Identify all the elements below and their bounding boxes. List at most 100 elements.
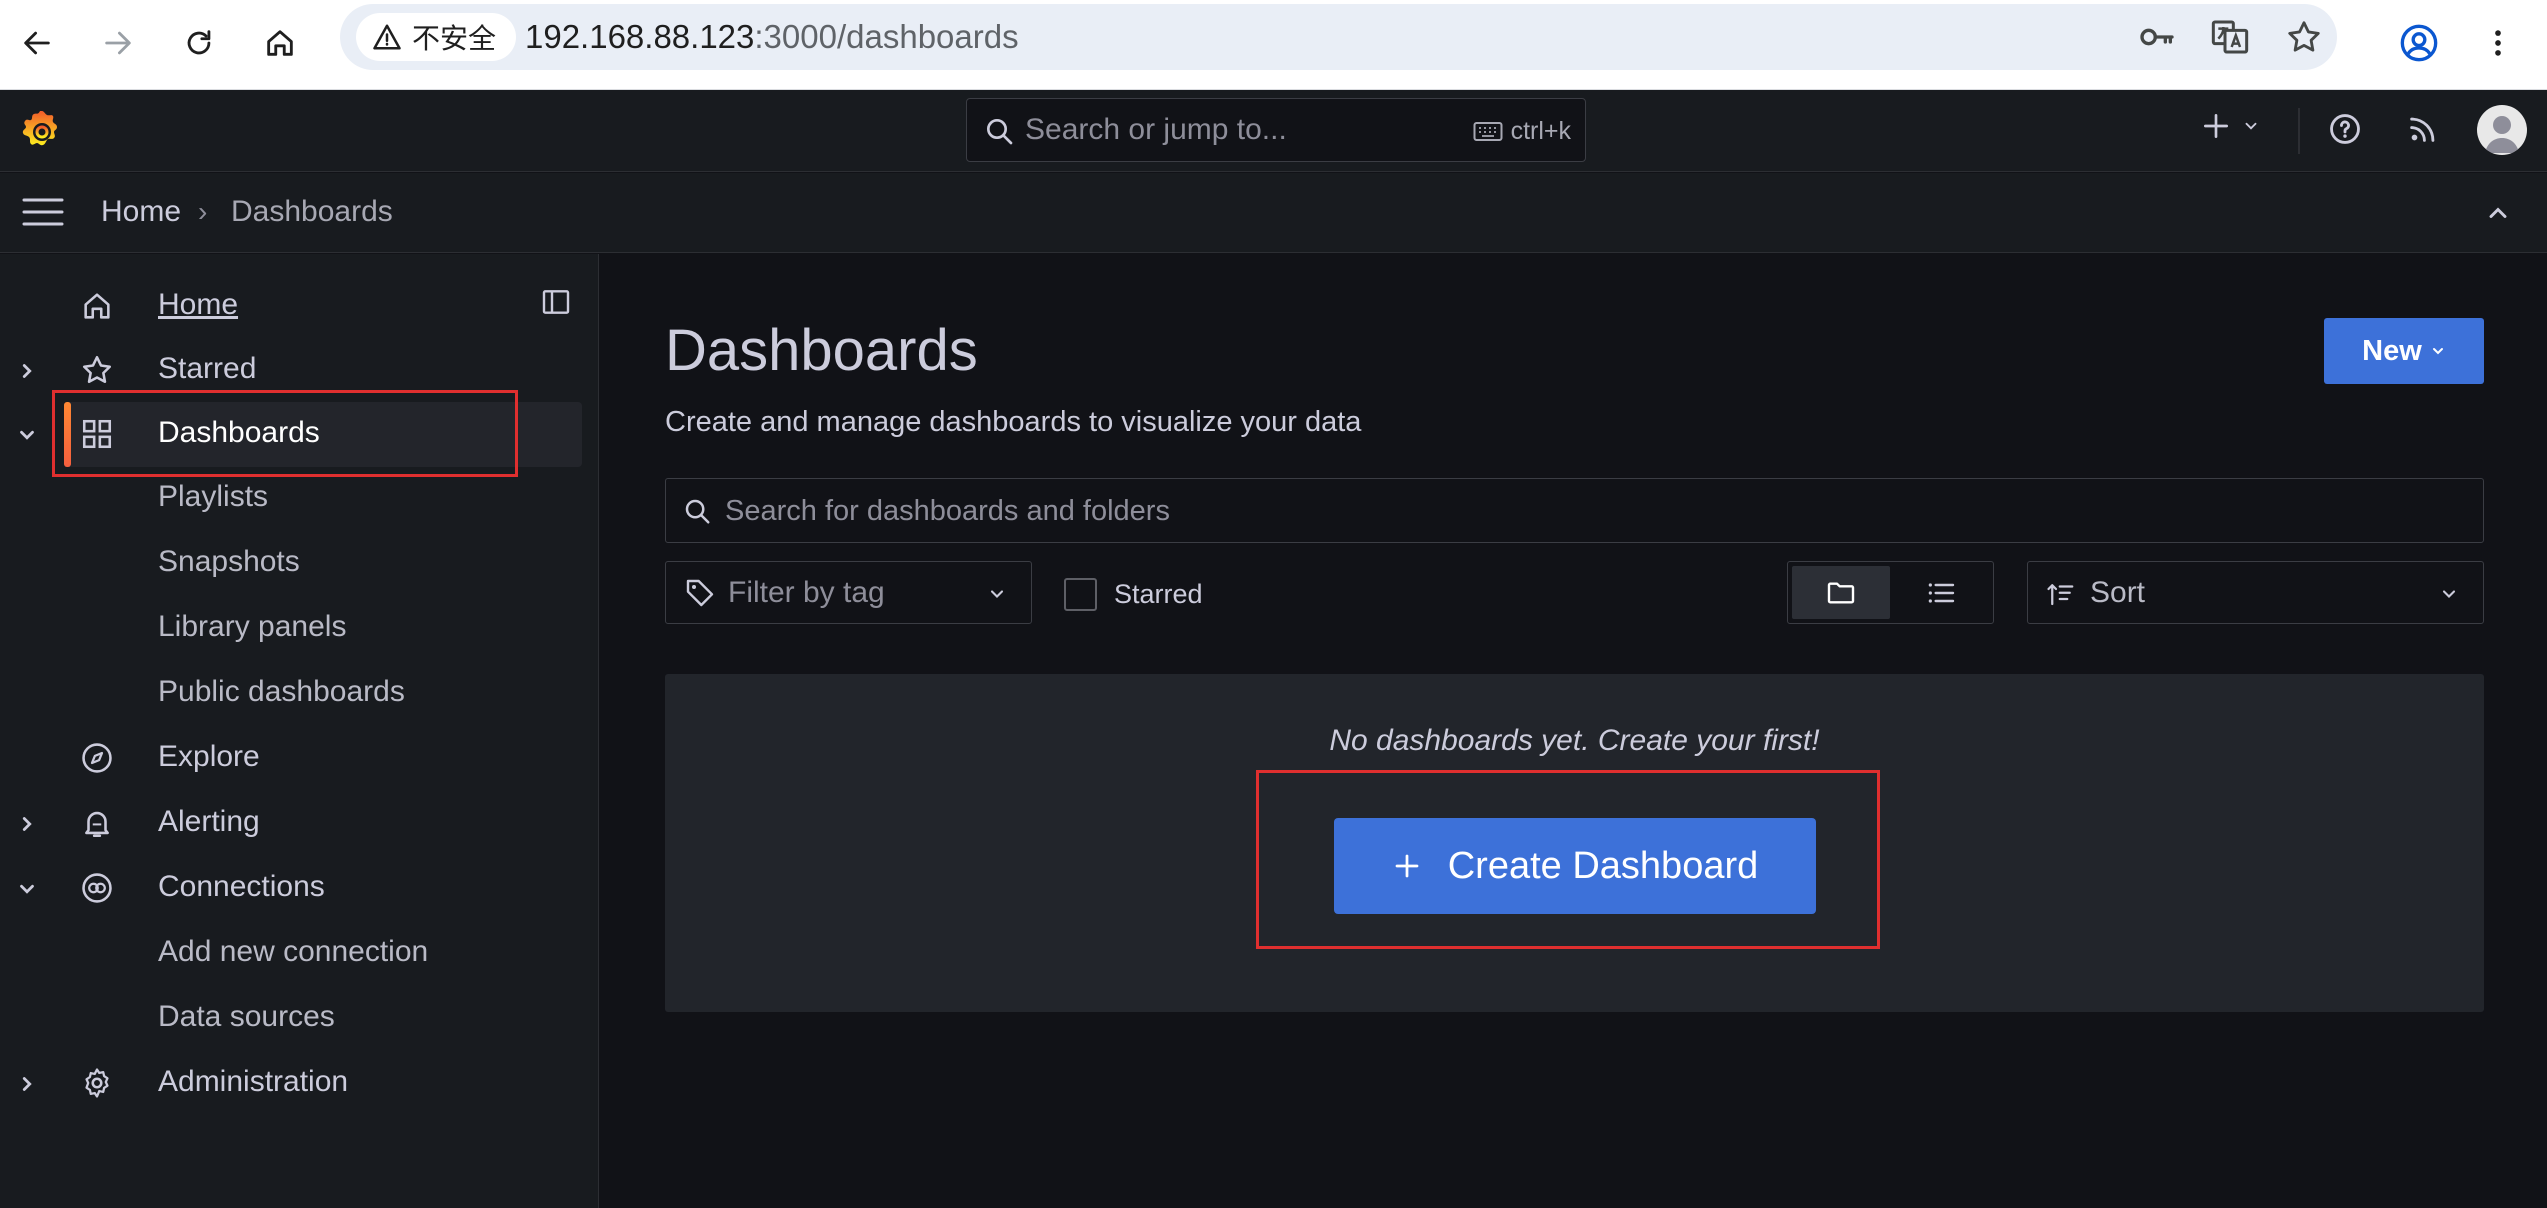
grafana-logo[interactable] bbox=[18, 107, 66, 155]
home-icon bbox=[84, 293, 110, 319]
empty-state-message: No dashboards yet. Create your first! bbox=[1329, 724, 1820, 757]
browser-toolbar: 不安全 192.168.88.123:3000/dashboards bbox=[0, 0, 2547, 90]
sidebar-item-add-new-connection[interactable]: Add new connection bbox=[0, 921, 599, 986]
chevron-down-icon bbox=[990, 590, 1004, 598]
star-icon bbox=[82, 355, 112, 384]
account-circle-icon bbox=[2400, 24, 2438, 62]
address-bar[interactable]: 不安全 192.168.88.123:3000/dashboards bbox=[340, 4, 2337, 70]
starred-checkbox-label[interactable]: Starred bbox=[1114, 579, 1203, 610]
back-button[interactable] bbox=[7, 13, 67, 73]
sidebar-item-public-dashboards[interactable]: Public dashboards bbox=[0, 661, 599, 726]
sidebar-item-label: Administration bbox=[158, 1065, 349, 1098]
browser-menu-button[interactable] bbox=[2468, 13, 2528, 73]
rss-icon bbox=[2410, 117, 2435, 142]
home-icon bbox=[267, 30, 293, 56]
sidebar-item-data-sources[interactable]: Data sources bbox=[0, 986, 599, 1051]
sidebar-item-label: Data sources bbox=[158, 1000, 335, 1033]
sidebar-item-label: Add new connection bbox=[158, 935, 429, 968]
chevron-down-icon bbox=[20, 430, 34, 440]
menu-toggle-button[interactable] bbox=[22, 196, 64, 228]
home-button[interactable] bbox=[250, 13, 310, 73]
sort-select[interactable]: Sort bbox=[2027, 561, 2484, 624]
list-view-button[interactable] bbox=[1892, 566, 1990, 619]
chevron-down-icon bbox=[20, 884, 34, 894]
sidebar-item-label: Snapshots bbox=[158, 545, 300, 578]
url-host: 192.168.88.123 bbox=[525, 18, 755, 55]
profile-button[interactable] bbox=[2389, 13, 2449, 73]
search-icon bbox=[987, 119, 1013, 145]
chevron-right-icon bbox=[22, 817, 32, 831]
sidebar-item-library-panels[interactable]: Library panels bbox=[0, 596, 599, 661]
chevron-right-icon bbox=[22, 364, 32, 378]
highlight-annotation-create bbox=[1256, 770, 1880, 949]
dashboard-search-placeholder: Search for dashboards and folders bbox=[725, 495, 1170, 527]
new-button-label: New bbox=[2362, 334, 2422, 367]
password-key-button[interactable] bbox=[2137, 17, 2177, 57]
news-feed-button[interactable] bbox=[2406, 112, 2440, 146]
plus-icon bbox=[2204, 114, 2228, 138]
security-indicator[interactable]: 不安全 bbox=[356, 13, 517, 61]
sidebar-nav: Home Starred Dashboards Playlists Snapsh… bbox=[0, 254, 599, 1208]
starred-checkbox[interactable] bbox=[1064, 578, 1097, 611]
chevron-up-icon bbox=[2489, 207, 2507, 218]
list-icon bbox=[1928, 582, 1955, 603]
page-subtitle: Create and manage dashboards to visualiz… bbox=[665, 406, 1362, 438]
forward-button[interactable] bbox=[88, 13, 148, 73]
arrow-right-icon bbox=[105, 31, 131, 55]
search-shortcut: ctrl+k bbox=[1473, 117, 1571, 146]
gear-icon bbox=[85, 1068, 109, 1098]
breadcrumb-home[interactable]: Home bbox=[101, 195, 181, 229]
key-icon bbox=[2140, 28, 2174, 46]
user-avatar[interactable] bbox=[2477, 105, 2527, 155]
sort-amount-icon bbox=[2047, 584, 2074, 606]
compass-icon bbox=[82, 743, 112, 773]
sidebar-item-label: Alerting bbox=[158, 805, 260, 838]
breadcrumb-current: Dashboards bbox=[231, 195, 393, 228]
collapse-header-button[interactable] bbox=[2484, 199, 2512, 227]
sidebar-item-label: Playlists bbox=[158, 480, 269, 513]
sidebar-item-label: Home bbox=[158, 288, 239, 321]
sidebar-item-snapshots[interactable]: Snapshots bbox=[0, 531, 599, 596]
folder-view-button[interactable] bbox=[1792, 566, 1890, 619]
connections-icon bbox=[82, 873, 112, 903]
tag-filter-select[interactable]: Filter by tag bbox=[665, 561, 1032, 624]
arrow-left-icon bbox=[24, 31, 50, 55]
page-title: Dashboards bbox=[665, 318, 978, 383]
dashboard-search-input[interactable]: Search for dashboards and folders bbox=[665, 478, 2484, 543]
user-icon bbox=[2485, 116, 2519, 153]
sidebar-item-label: Public dashboards bbox=[158, 675, 405, 708]
highlight-annotation-dashboards bbox=[52, 390, 518, 477]
sidebar-item-connections[interactable]: Connections bbox=[0, 856, 599, 921]
add-new-menu[interactable] bbox=[2200, 110, 2260, 142]
folder-icon bbox=[1827, 581, 1855, 604]
search-icon bbox=[685, 499, 710, 524]
sidebar-item-administration[interactable]: Administration bbox=[0, 1051, 599, 1116]
url-text[interactable]: 192.168.88.123:3000/dashboards bbox=[525, 18, 1019, 56]
chevron-right-icon bbox=[22, 1077, 32, 1091]
hamburger-menu-icon bbox=[22, 198, 64, 226]
global-search-input[interactable]: Search or jump to... ctrl+k bbox=[966, 98, 1586, 162]
topbar-divider bbox=[2298, 108, 2300, 154]
bookmark-button[interactable] bbox=[2284, 17, 2324, 57]
breadcrumb-separator: › bbox=[198, 196, 208, 227]
security-label: 不安全 bbox=[412, 22, 497, 55]
reload-icon bbox=[187, 30, 211, 55]
sidebar-item-label: Starred bbox=[158, 352, 257, 385]
help-circle-icon bbox=[2330, 114, 2360, 144]
search-shortcut-label: ctrl+k bbox=[1510, 117, 1571, 145]
star-icon bbox=[2288, 21, 2320, 52]
sidebar-item-home[interactable]: Home bbox=[0, 274, 599, 339]
translate-button[interactable] bbox=[2210, 17, 2250, 57]
sidebar-item-explore[interactable]: Explore bbox=[0, 726, 599, 791]
sidebar-item-label: Library panels bbox=[158, 610, 347, 643]
view-mode-toggle bbox=[1787, 561, 1994, 624]
reload-button[interactable] bbox=[169, 13, 229, 73]
url-path: :3000/dashboards bbox=[754, 18, 1019, 55]
keyboard-icon bbox=[1473, 121, 1503, 141]
warning-icon bbox=[373, 24, 401, 50]
help-button[interactable] bbox=[2328, 112, 2362, 146]
grafana-logo-icon bbox=[22, 111, 57, 146]
new-dashboard-menu-button[interactable]: New bbox=[2324, 318, 2484, 384]
sidebar-item-alerting[interactable]: Alerting bbox=[0, 791, 599, 856]
breadcrumb-bar: Home › Dashboards bbox=[0, 173, 2547, 253]
